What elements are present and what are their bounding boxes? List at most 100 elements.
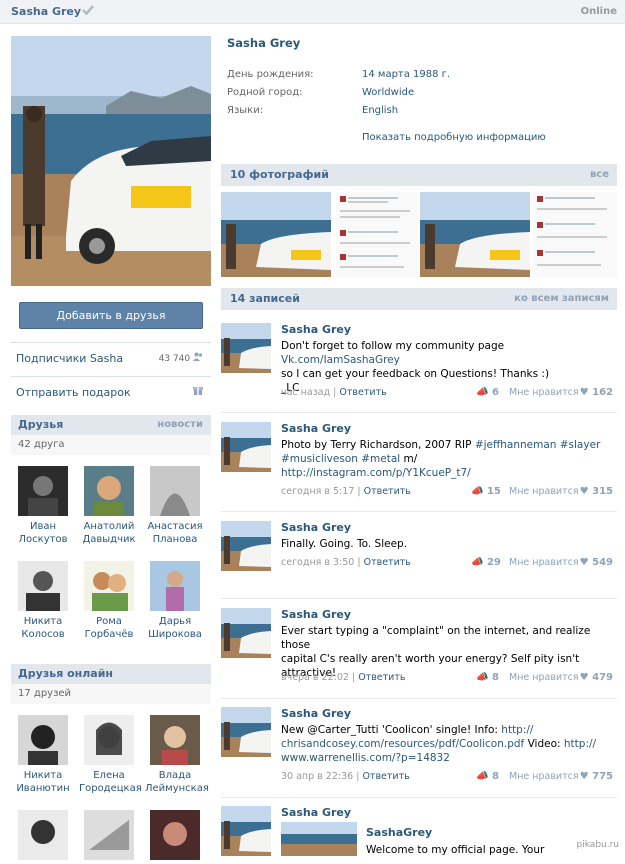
wall-header[interactable]: 14 записей ко всем записям xyxy=(221,288,617,310)
send-gift-label: Отправить подарок xyxy=(16,386,131,399)
wall-title: 14 записей xyxy=(230,292,300,305)
photo-thumbnail[interactable] xyxy=(336,192,418,277)
like-count[interactable]: ♥ 162 xyxy=(580,387,613,398)
friends-count: 42 друга xyxy=(11,435,211,455)
post-avatar[interactable] xyxy=(221,707,271,757)
friend-first-name: Иван xyxy=(29,521,57,532)
like-count-value: 162 xyxy=(592,387,613,398)
online-friend-card[interactable]: Влада Леймунская xyxy=(145,715,209,795)
reply-link[interactable]: Ответить xyxy=(362,771,409,782)
post-avatar[interactable] xyxy=(221,806,271,856)
share-count[interactable]: 📣 8 xyxy=(476,771,499,782)
profile-avatar[interactable] xyxy=(11,36,211,286)
send-gift-link[interactable]: Отправить подарок xyxy=(11,378,211,408)
info-value-languages[interactable]: English xyxy=(362,105,398,116)
like-count[interactable]: ♥ 315 xyxy=(580,486,613,497)
repost-avatar[interactable] xyxy=(281,822,357,856)
wall-post: Sasha Grey Don't forget to follow my com… xyxy=(221,323,617,413)
photos-header[interactable]: 10 фотографий все xyxy=(221,164,617,186)
online-friends-header[interactable]: Друзья онлайн xyxy=(11,664,211,684)
friend-last-name: Колосов xyxy=(21,629,65,640)
add-friend-button[interactable]: Добавить в друзья xyxy=(19,302,203,329)
verified-check-icon xyxy=(82,5,94,16)
friend-card[interactable]: Никита Колосов xyxy=(13,561,73,641)
post-text: Finally. Going. To. Sleep. xyxy=(281,537,611,551)
like-label[interactable]: Мне нравится xyxy=(509,387,579,398)
friend-card[interactable]: Иван Лоскутов xyxy=(13,466,73,546)
friend-avatar xyxy=(150,810,200,860)
like-label[interactable]: Мне нравится xyxy=(509,672,579,683)
friends-news-link[interactable]: новости xyxy=(157,415,203,435)
post-time[interactable]: час назад xyxy=(281,387,330,398)
friend-card[interactable]: Рома Горбачёв xyxy=(79,561,139,641)
post-link[interactable]: http:// xyxy=(564,738,596,750)
post-hashtag[interactable]: #musicliveson #metal xyxy=(281,453,400,465)
share-count[interactable]: 📣 8 xyxy=(476,672,499,683)
like-label[interactable]: Мне нравится xyxy=(509,771,579,782)
post-meta: вчера в 22:02 | Ответить xyxy=(281,672,406,683)
post-time[interactable]: сегодня в 3:50 xyxy=(281,557,354,568)
post-link[interactable]: Vk.com/IamSashaGrey xyxy=(281,354,400,366)
friend-first-name: Елена xyxy=(93,770,125,781)
post-text: Photo by Terry Richardson, 2007 RIP #jef… xyxy=(281,438,611,480)
reply-link[interactable]: Ответить xyxy=(339,387,386,398)
post-text-line: Photo by Terry Richardson, 2007 RIP xyxy=(281,439,475,451)
like-label[interactable]: Мне нравится xyxy=(509,557,579,568)
share-count[interactable]: 📣 6 xyxy=(476,387,499,398)
info-value-birthday[interactable]: 14 марта 1988 г. xyxy=(362,69,450,80)
online-friend-card[interactable]: Елена Городецкая xyxy=(79,715,142,795)
friend-avatar xyxy=(150,466,200,516)
wall-all-link[interactable]: ко всем записям xyxy=(514,288,609,310)
post-author[interactable]: Sasha Grey xyxy=(281,521,351,534)
friend-avatar xyxy=(84,810,134,860)
post-link[interactable]: http:// xyxy=(501,724,533,736)
post-hashtag[interactable]: #jeffhanneman #slayer xyxy=(475,439,601,451)
post-author[interactable]: Sasha Grey xyxy=(281,608,351,621)
friend-card[interactable]: Анастасия Планова xyxy=(145,466,205,546)
post-author[interactable]: Sasha Grey xyxy=(281,806,351,819)
reply-link[interactable]: Ответить xyxy=(364,486,411,497)
friends-header[interactable]: Друзья новости xyxy=(11,415,211,435)
photo-thumbnail[interactable] xyxy=(533,192,617,277)
post-time[interactable]: вчера в 22:02 xyxy=(281,672,349,683)
photos-all-link[interactable]: все xyxy=(590,164,609,186)
online-friend-card[interactable]: Никита Иванютин xyxy=(13,715,73,795)
repost-name[interactable]: SashaGrey xyxy=(366,826,432,839)
post-author[interactable]: Sasha Grey xyxy=(281,707,351,720)
post-author[interactable]: Sasha Grey xyxy=(281,323,351,336)
like-count[interactable]: ♥ 479 xyxy=(580,672,613,683)
post-link[interactable]: http://instagram.com/p/Y1KcueP_t7/ xyxy=(281,466,611,480)
friend-card[interactable]: Дарья Широкова xyxy=(145,561,205,641)
like-count[interactable]: ♥ 775 xyxy=(580,771,613,782)
post-link[interactable]: chrisandcosey.com/resources/pdf/Coolicon… xyxy=(281,738,524,750)
friend-first-name: Никита xyxy=(23,770,63,781)
post-avatar[interactable] xyxy=(221,521,271,571)
subscribers-link[interactable]: Подписчики Sasha 43 740 xyxy=(11,344,211,374)
show-more-info-link[interactable]: Показать подробную информацию xyxy=(362,132,546,143)
reply-link[interactable]: Ответить xyxy=(364,557,411,568)
friends-title: Друзья xyxy=(18,418,64,431)
post-time[interactable]: 30 апр в 22:36 xyxy=(281,771,353,782)
people-icon xyxy=(193,352,203,361)
post-time[interactable]: сегодня в 5:17 xyxy=(281,486,354,497)
post-avatar[interactable] xyxy=(221,422,271,472)
like-count[interactable]: ♥ 549 xyxy=(580,557,613,568)
friend-last-name: Планова xyxy=(152,534,198,545)
post-avatar[interactable] xyxy=(221,608,271,658)
post-meta: час назад | Ответить xyxy=(281,387,387,398)
like-label[interactable]: Мне нравится xyxy=(509,486,579,497)
friend-card[interactable]: Анатолий Давыдчик xyxy=(79,466,139,546)
post-meta: 30 апр в 22:36 | Ответить xyxy=(281,771,410,782)
post-avatar[interactable] xyxy=(221,323,271,373)
share-count[interactable]: 📣 29 xyxy=(471,557,501,568)
photo-thumbnail[interactable] xyxy=(221,192,331,277)
reply-link[interactable]: Ответить xyxy=(358,672,405,683)
friend-avatar xyxy=(18,466,68,516)
post-author[interactable]: Sasha Grey xyxy=(281,422,351,435)
post-link[interactable]: www.warrenellis.com/?p=14832 xyxy=(281,751,611,765)
share-count[interactable]: 📣 15 xyxy=(471,486,501,497)
info-value-hometown[interactable]: Worldwide xyxy=(362,87,414,98)
info-label-hometown: Родной город: xyxy=(227,87,303,98)
photo-thumbnail[interactable] xyxy=(420,192,530,277)
friend-last-name: Горбачёв xyxy=(84,629,134,640)
